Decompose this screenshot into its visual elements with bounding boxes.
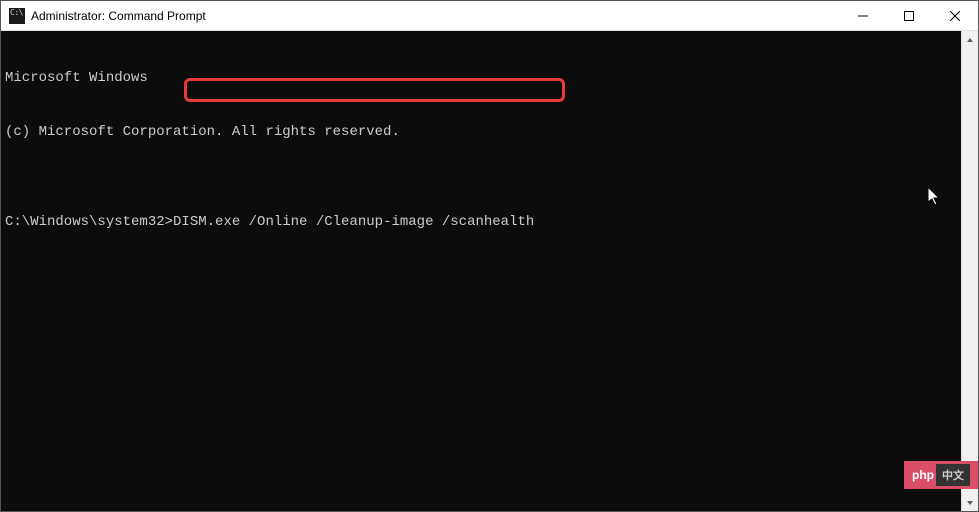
scroll-down-button[interactable] xyxy=(962,494,978,511)
watermark-extra: 中文 xyxy=(936,464,970,486)
terminal-prompt-line: C:\Windows\system32> xyxy=(5,213,957,231)
titlebar[interactable]: C:\ Administrator: Command Prompt xyxy=(1,1,978,31)
scroll-track[interactable] xyxy=(962,48,978,494)
terminal[interactable]: Microsoft Windows (c) Microsoft Corporat… xyxy=(1,31,961,511)
maximize-button[interactable] xyxy=(886,1,932,30)
vertical-scrollbar[interactable] xyxy=(961,31,978,511)
terminal-line-header2: (c) Microsoft Corporation. All rights re… xyxy=(5,123,957,141)
watermark-badge: php 中文 xyxy=(904,461,978,489)
watermark-text: php xyxy=(912,468,934,482)
close-button[interactable] xyxy=(932,1,978,30)
minimize-button[interactable] xyxy=(840,1,886,30)
cmd-icon: C:\ xyxy=(9,8,25,24)
terminal-line-header1: Microsoft Windows xyxy=(5,69,957,87)
window-controls xyxy=(840,1,978,30)
terminal-prompt: C:\Windows\system32> xyxy=(5,214,173,230)
terminal-command-input[interactable] xyxy=(173,214,573,230)
titlebar-left: C:\ Administrator: Command Prompt xyxy=(1,8,206,24)
terminal-area: Microsoft Windows (c) Microsoft Corporat… xyxy=(1,31,978,511)
command-prompt-window: C:\ Administrator: Command Prompt Micros… xyxy=(0,0,979,512)
scroll-up-button[interactable] xyxy=(962,31,978,48)
window-title: Administrator: Command Prompt xyxy=(31,9,206,23)
